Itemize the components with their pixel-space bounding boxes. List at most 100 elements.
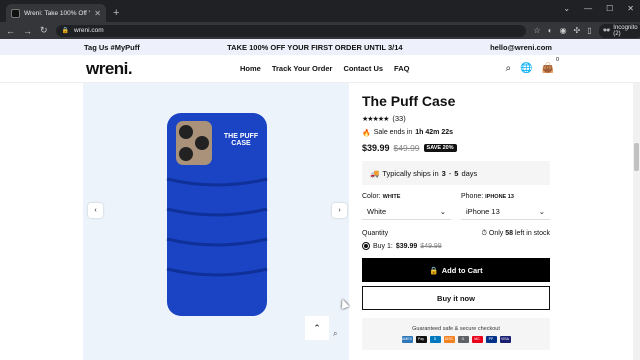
announcement-left[interactable]: Tag Us #MyPuff — [84, 43, 140, 52]
phone-select[interactable]: iPhone 13 ⌄ — [461, 204, 550, 220]
secure-checkout: Guaranteed safe & secure checkout AMEX Pa… — [362, 318, 550, 350]
payment-d-icon: D — [429, 335, 441, 343]
tab-title: Wreni: Take 100% Off Your First ... — [24, 9, 90, 17]
add-to-cart-label: Add to Cart — [441, 265, 483, 275]
sidebar-icon[interactable]: ▯ — [587, 26, 591, 35]
chevron-down-icon: ⌄ — [439, 207, 446, 216]
compare-price: $49.99 — [393, 143, 420, 153]
rating-count: (33) — [392, 114, 406, 123]
current-price: $39.99 — [362, 143, 390, 153]
camera-lens-icon — [179, 125, 193, 139]
shipping-info: 🚚 Typically ships in 3 - 5 days — [362, 161, 550, 185]
incognito-label: Incognito (2) — [613, 24, 638, 37]
site-header: wreni. Home Track Your Order Contact Us … — [0, 55, 640, 83]
stock-info: ⏱ Only 58 left in stock — [481, 230, 550, 237]
browser-tab[interactable]: Wreni: Take 100% Off Your First ... ✕ — [6, 4, 106, 22]
case-print-text: THE PUFF CASE — [223, 133, 259, 147]
bundle-compare-price: $49.99 — [420, 242, 442, 250]
menu-item-faq[interactable]: FAQ — [394, 64, 409, 73]
forward-icon[interactable]: → — [23, 26, 32, 36]
clock-icon: ⏱ — [481, 230, 487, 237]
chevron-down-icon[interactable]: ⌄ — [563, 4, 570, 13]
color-selected: White — [367, 207, 387, 216]
variant-options: Color: WHITE White ⌄ Phone: IPHONE 13 iPh… — [362, 193, 550, 220]
ships-sep: - — [448, 168, 452, 178]
fire-icon: 🔥 — [362, 130, 371, 137]
cart-count: 0 — [555, 57, 559, 63]
phone-value-label: IPHONE 13 — [485, 194, 514, 200]
product-section: THE PUFF CASE ‹ › ⌃ ⌕ The Puff Case ★★★★… — [0, 83, 640, 360]
announcement-center: TAKE 100% OFF YOUR FIRST ORDER UNTIL 3/1… — [227, 42, 403, 52]
search-icon[interactable]: ⌕ — [505, 63, 511, 74]
secure-checkout-text: Guaranteed safe & secure checkout — [412, 325, 500, 332]
menu-item-track-order[interactable]: Track Your Order — [272, 64, 333, 73]
announcement-email[interactable]: hello@wreni.com — [490, 43, 552, 52]
buy-now-button[interactable]: Buy it now — [362, 286, 550, 310]
scroll-up-button[interactable]: ⌃ — [305, 316, 329, 340]
minimize-icon[interactable]: — — [584, 4, 592, 13]
bundle-option[interactable]: Buy 1: $39.99 $49.99 — [362, 242, 550, 250]
menu-item-contact[interactable]: Contact Us — [343, 64, 383, 73]
payment-mc-icon: MC — [471, 335, 483, 343]
header-icons: ⌕ 🌐 👜 0 — [505, 57, 559, 74]
product-title: The Puff Case — [362, 93, 456, 109]
ships-min: 3 — [441, 168, 446, 178]
phone-label: Phone: IPHONE 13 — [461, 193, 514, 200]
back-icon[interactable]: ← — [6, 26, 15, 36]
price-row: $39.99 $49.99 SAVE 20% — [362, 143, 550, 153]
bundle-price: $39.99 — [395, 242, 418, 250]
camera-lens-icon — [195, 136, 209, 150]
bundle-label: Buy 1: — [373, 242, 393, 250]
reload-icon[interactable]: ↻ — [40, 25, 48, 36]
quantity-row: Quantity ⏱ Only 58 left in stock — [362, 230, 550, 238]
gallery-next-button[interactable]: › — [332, 203, 347, 218]
close-tab-icon[interactable]: ✕ — [94, 9, 101, 18]
add-to-cart-button[interactable]: 🔒 Add to Cart — [362, 258, 550, 282]
camera-lens-icon — [179, 147, 193, 161]
product-gallery: THE PUFF CASE ‹ › ⌃ ⌕ — [83, 83, 349, 360]
zoom-icon[interactable]: ⌕ — [333, 329, 337, 339]
bookmark-star-icon[interactable]: ☆ — [534, 26, 541, 35]
bundle-radio[interactable] — [362, 242, 370, 250]
new-tab-icon[interactable]: + — [113, 7, 119, 19]
extension-icon[interactable]: ◐ — [548, 26, 553, 35]
stock-count: 58 — [505, 230, 514, 237]
menu-item-home[interactable]: Home — [240, 64, 261, 73]
payment-amex-icon: AMEX — [401, 335, 413, 343]
omnibox[interactable]: 🔒 wreni.com — [55, 24, 526, 37]
quantity-label: Quantity — [362, 230, 389, 237]
sale-countdown: 1h 42m 22s — [415, 129, 453, 136]
star-rating-icon: ★★★★★ — [362, 115, 389, 123]
rating[interactable]: ★★★★★ (33) — [362, 114, 550, 123]
lock-icon: 🔒 — [61, 28, 70, 34]
puzzle-icon[interactable]: ✣ — [574, 26, 581, 35]
close-window-icon[interactable]: ✕ — [627, 4, 634, 13]
scrollbar-thumb[interactable] — [634, 143, 639, 171]
color-label: Color: WHITE — [362, 193, 401, 200]
truck-icon: 🚚 — [370, 168, 380, 178]
sale-prefix: Sale ends in — [373, 129, 413, 136]
color-value-label: WHITE — [382, 194, 401, 200]
incognito-badge[interactable]: 🕶 Incognito (2) — [598, 23, 640, 38]
color-select[interactable]: White ⌄ — [362, 204, 451, 220]
gallery-prev-button[interactable]: ‹ — [88, 203, 103, 218]
save-badge: SAVE 20% — [423, 144, 457, 152]
cart-icon[interactable]: 👜 0 — [542, 57, 559, 74]
maximize-icon[interactable]: ☐ — [606, 4, 613, 13]
phone-option: Phone: IPHONE 13 iPhone 13 ⌄ — [461, 193, 550, 220]
announcement-bar: Tag Us #MyPuff TAKE 100% OFF YOUR FIRST … — [0, 39, 640, 55]
extension-icon-2[interactable]: ◉ — [560, 26, 567, 35]
globe-icon[interactable]: 🌐 — [520, 63, 532, 74]
ships-max: 5 — [454, 168, 459, 178]
sale-timer: 🔥 Sale ends in 1h 42m 22s — [362, 129, 550, 137]
payment-icons: AMEX Pay D DISC G MC PP VISA — [401, 335, 511, 343]
payment-pay-icon: Pay — [415, 335, 427, 343]
address-bar-row: ← → ↻ 🔒 wreni.com ☆ ◐ ◉ ✣ ▯ 🕶 Incognito … — [0, 22, 640, 39]
page-scrollbar[interactable] — [633, 83, 640, 360]
payment-disc-icon: DISC — [443, 335, 455, 343]
site-logo[interactable]: wreni. — [86, 59, 133, 79]
ships-text: Typically ships in — [382, 168, 439, 178]
chevron-down-icon: ⌄ — [538, 207, 545, 216]
toolbar-icons: ☆ ◐ ◉ ✣ ▯ 🕶 Incognito (2) ⋮ — [534, 23, 640, 38]
color-option: Color: WHITE White ⌄ — [362, 193, 451, 220]
